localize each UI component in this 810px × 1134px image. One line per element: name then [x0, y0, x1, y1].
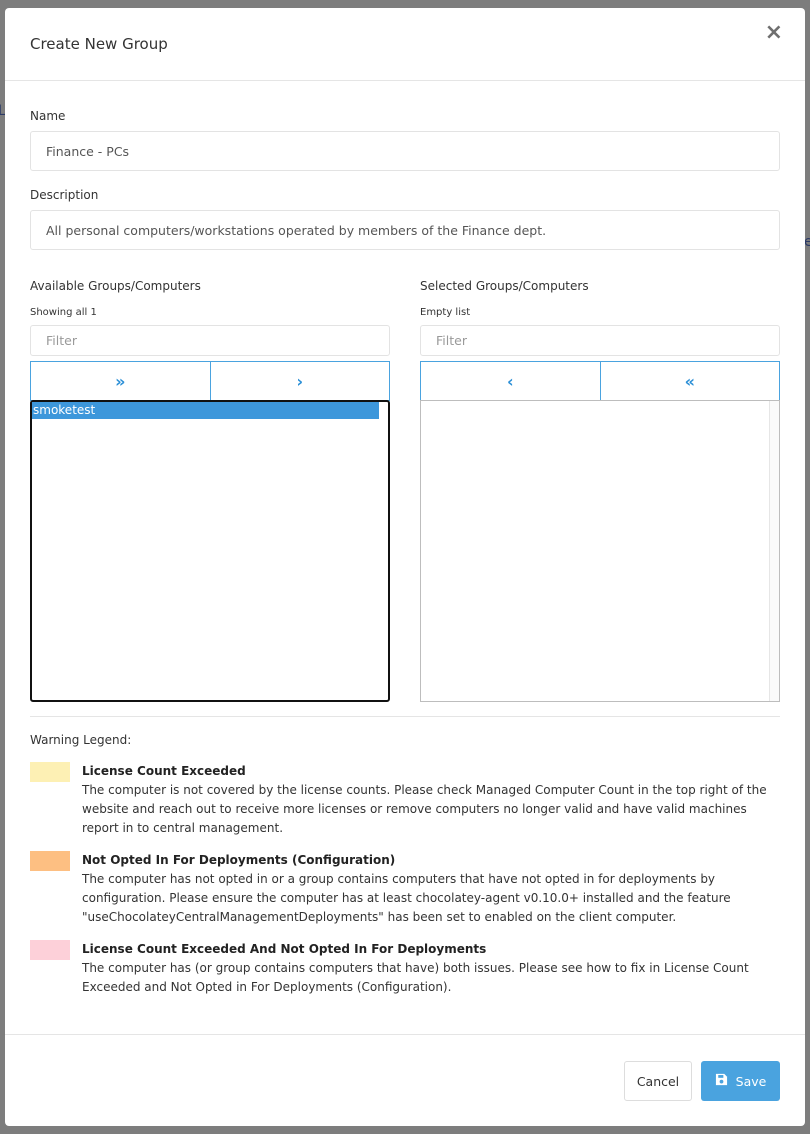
modal-title: Create New Group — [30, 35, 168, 53]
legend-description: The computer has (or group contains comp… — [82, 961, 749, 994]
divider — [30, 716, 780, 717]
save-label: Save — [735, 1073, 767, 1089]
list-item[interactable]: smoketest — [32, 402, 379, 419]
selected-filter-input[interactable] — [420, 325, 780, 356]
available-count: Showing all 1 — [30, 307, 97, 318]
save-icon — [715, 1073, 728, 1089]
cancel-button[interactable]: Cancel — [624, 1061, 692, 1101]
legend-title: Not Opted In For Deployments (Configurat… — [82, 853, 396, 867]
legend-title: License Count Exceeded And Not Opted In … — [82, 942, 487, 956]
close-icon[interactable]: × — [765, 22, 783, 44]
footer-divider — [5, 1034, 805, 1035]
both-issues-swatch — [30, 940, 70, 960]
license-exceeded-swatch — [30, 762, 70, 782]
save-button[interactable]: Save — [701, 1061, 780, 1101]
move-all-button[interactable]: » — [31, 362, 210, 400]
remove-selected-button[interactable]: ‹ — [421, 362, 600, 400]
legend-heading: Warning Legend: — [30, 733, 132, 747]
selected-move-buttons: ‹ « — [420, 361, 780, 401]
legend-title: License Count Exceeded — [82, 764, 246, 778]
description-input[interactable] — [30, 210, 780, 250]
available-listbox[interactable]: smoketest — [30, 400, 390, 702]
legend-description: The computer is not covered by the licen… — [82, 783, 767, 835]
legend-description: The computer has not opted in or a group… — [82, 872, 731, 924]
name-input[interactable] — [30, 131, 780, 171]
selected-count: Empty list — [420, 307, 471, 318]
selected-listbox[interactable] — [420, 400, 780, 702]
available-filter-input[interactable] — [30, 325, 390, 356]
available-move-buttons: » › — [30, 361, 390, 401]
selected-heading: Selected Groups/Computers — [420, 279, 589, 293]
available-heading: Available Groups/Computers — [30, 279, 201, 293]
modal-header: Create New Group × — [5, 8, 805, 81]
move-selected-button[interactable]: › — [209, 362, 389, 400]
scrollbar[interactable] — [769, 401, 779, 701]
description-label: Description — [30, 188, 99, 202]
name-label: Name — [30, 109, 66, 123]
remove-all-button[interactable]: « — [599, 362, 779, 400]
create-group-modal: Create New Group × Name Description Avai… — [5, 8, 805, 1126]
not-opted-in-swatch — [30, 851, 70, 871]
